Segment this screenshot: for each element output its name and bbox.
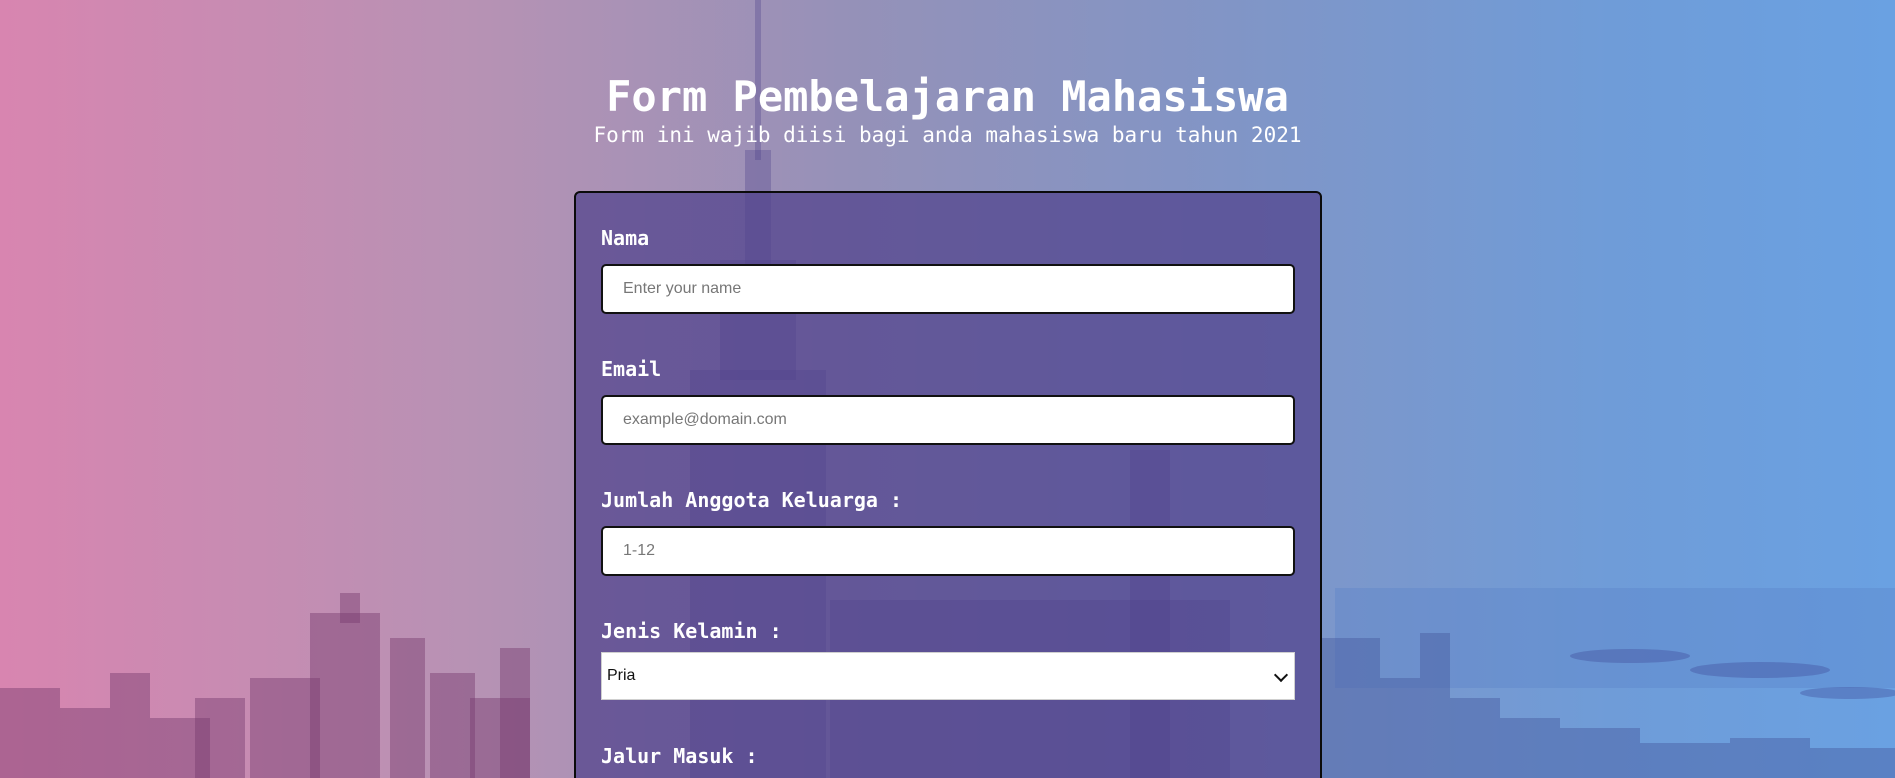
chevron-down-icon bbox=[1273, 667, 1289, 683]
email-label: Email bbox=[601, 357, 662, 381]
page-header: Form Pembelajaran Mahasiswa Form ini waj… bbox=[0, 72, 1895, 148]
email-input[interactable] bbox=[601, 395, 1295, 445]
form-card: Nama Email Jumlah Anggota Keluarga : Jen… bbox=[574, 191, 1322, 778]
jenis-kelamin-selected-value: Pria bbox=[607, 667, 636, 684]
nama-label: Nama bbox=[601, 226, 650, 250]
jenis-kelamin-label: Jenis Kelamin : bbox=[601, 619, 782, 643]
jumlah-anggota-label: Jumlah Anggota Keluarga : bbox=[601, 488, 903, 512]
nama-input[interactable] bbox=[601, 264, 1295, 314]
page-subtitle: Form ini wajib diisi bagi anda mahasiswa… bbox=[593, 123, 1302, 147]
jumlah-anggota-input[interactable] bbox=[601, 526, 1295, 576]
jenis-kelamin-select[interactable]: Pria bbox=[601, 652, 1295, 700]
page-title: Form Pembelajaran Mahasiswa bbox=[606, 72, 1289, 121]
jalur-masuk-label: Jalur Masuk : bbox=[601, 744, 758, 768]
